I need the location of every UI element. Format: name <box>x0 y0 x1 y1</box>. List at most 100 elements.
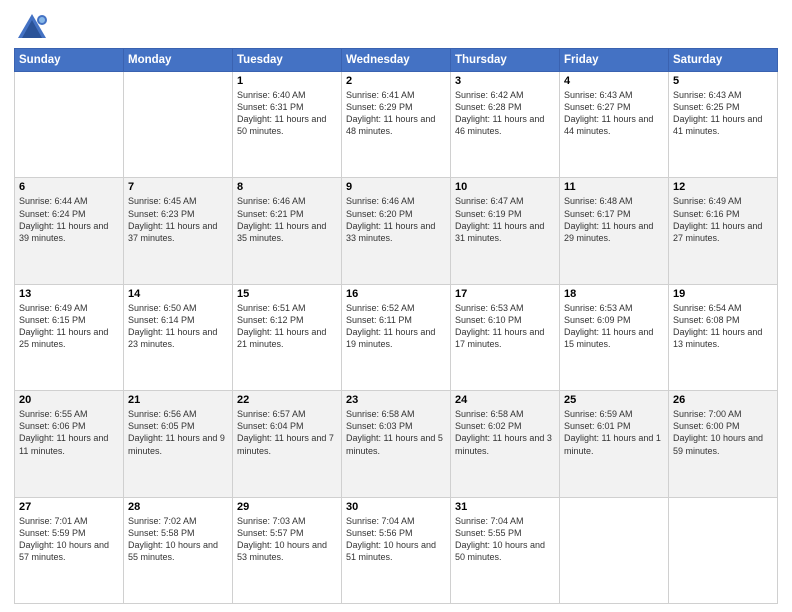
day-number: 17 <box>455 288 555 300</box>
calendar-cell: 21 Sunrise: 6:56 AM Sunset: 6:05 PM Dayli… <box>124 391 233 497</box>
cell-info: Sunrise: 7:02 AM Sunset: 5:58 PM Dayligh… <box>128 515 228 564</box>
cell-info: Sunrise: 7:00 AM Sunset: 6:00 PM Dayligh… <box>673 408 773 457</box>
calendar-cell: 15 Sunrise: 6:51 AM Sunset: 6:12 PM Dayli… <box>233 284 342 390</box>
calendar-cell: 1 Sunrise: 6:40 AM Sunset: 6:31 PM Daylig… <box>233 72 342 178</box>
cell-info: Sunrise: 7:03 AM Sunset: 5:57 PM Dayligh… <box>237 515 337 564</box>
day-number: 18 <box>564 288 664 300</box>
calendar-week-row: 13 Sunrise: 6:49 AM Sunset: 6:15 PM Dayli… <box>15 284 778 390</box>
calendar-cell: 14 Sunrise: 6:50 AM Sunset: 6:14 PM Dayli… <box>124 284 233 390</box>
day-number: 11 <box>564 181 664 193</box>
day-number: 13 <box>19 288 119 300</box>
calendar-week-row: 20 Sunrise: 6:55 AM Sunset: 6:06 PM Dayli… <box>15 391 778 497</box>
calendar-cell <box>15 72 124 178</box>
cell-info: Sunrise: 6:40 AM Sunset: 6:31 PM Dayligh… <box>237 89 337 138</box>
cell-info: Sunrise: 6:50 AM Sunset: 6:14 PM Dayligh… <box>128 302 228 351</box>
cell-info: Sunrise: 6:56 AM Sunset: 6:05 PM Dayligh… <box>128 408 228 457</box>
calendar-cell <box>560 497 669 603</box>
calendar-cell: 19 Sunrise: 6:54 AM Sunset: 6:08 PM Dayli… <box>669 284 778 390</box>
calendar-cell: 24 Sunrise: 6:58 AM Sunset: 6:02 PM Dayli… <box>451 391 560 497</box>
dow-header: Thursday <box>451 49 560 72</box>
calendar-cell: 10 Sunrise: 6:47 AM Sunset: 6:19 PM Dayli… <box>451 178 560 284</box>
calendar-week-row: 1 Sunrise: 6:40 AM Sunset: 6:31 PM Daylig… <box>15 72 778 178</box>
cell-info: Sunrise: 6:45 AM Sunset: 6:23 PM Dayligh… <box>128 195 228 244</box>
day-number: 31 <box>455 501 555 513</box>
day-number: 15 <box>237 288 337 300</box>
calendar-cell: 23Sunrise: 6:58 AM Sunset: 6:03 PM Dayli… <box>342 391 451 497</box>
calendar-cell: 28 Sunrise: 7:02 AM Sunset: 5:58 PM Dayli… <box>124 497 233 603</box>
day-number: 12 <box>673 181 773 193</box>
cell-info: Sunrise: 6:44 AM Sunset: 6:24 PM Dayligh… <box>19 195 119 244</box>
calendar-week-row: 27Sunrise: 7:01 AM Sunset: 5:59 PM Dayli… <box>15 497 778 603</box>
calendar-cell: 30 Sunrise: 7:04 AM Sunset: 5:56 PM Dayli… <box>342 497 451 603</box>
cell-info: Sunrise: 6:53 AM Sunset: 6:09 PM Dayligh… <box>564 302 664 351</box>
cell-info: Sunrise: 7:04 AM Sunset: 5:56 PM Dayligh… <box>346 515 446 564</box>
cell-info: Sunrise: 6:43 AM Sunset: 6:25 PM Dayligh… <box>673 89 773 138</box>
calendar-cell: 31 Sunrise: 7:04 AM Sunset: 5:55 PM Dayli… <box>451 497 560 603</box>
calendar-cell: 25 Sunrise: 6:59 AM Sunset: 6:01 PM Dayli… <box>560 391 669 497</box>
calendar-cell: 2Sunrise: 6:41 AM Sunset: 6:29 PM Daylig… <box>342 72 451 178</box>
calendar-cell: 6 Sunrise: 6:44 AM Sunset: 6:24 PM Daylig… <box>15 178 124 284</box>
calendar-cell: 11Sunrise: 6:48 AM Sunset: 6:17 PM Dayli… <box>560 178 669 284</box>
dow-header: Tuesday <box>233 49 342 72</box>
calendar-cell <box>669 497 778 603</box>
dow-header: Friday <box>560 49 669 72</box>
day-number: 29 <box>237 501 337 513</box>
day-number: 25 <box>564 394 664 406</box>
calendar-cell: 13 Sunrise: 6:49 AM Sunset: 6:15 PM Dayli… <box>15 284 124 390</box>
logo <box>14 10 50 42</box>
day-number: 14 <box>128 288 228 300</box>
day-number: 5 <box>673 75 773 87</box>
dow-header: Saturday <box>669 49 778 72</box>
cell-info: Sunrise: 6:46 AM Sunset: 6:20 PM Dayligh… <box>346 195 446 244</box>
calendar-body: 1 Sunrise: 6:40 AM Sunset: 6:31 PM Daylig… <box>15 72 778 604</box>
calendar-cell <box>124 72 233 178</box>
calendar-cell: 26Sunrise: 7:00 AM Sunset: 6:00 PM Dayli… <box>669 391 778 497</box>
day-of-week-row: SundayMondayTuesdayWednesdayThursdayFrid… <box>15 49 778 72</box>
day-number: 10 <box>455 181 555 193</box>
day-number: 7 <box>128 181 228 193</box>
day-number: 22 <box>237 394 337 406</box>
day-number: 6 <box>19 181 119 193</box>
calendar-cell: 22Sunrise: 6:57 AM Sunset: 6:04 PM Dayli… <box>233 391 342 497</box>
calendar-cell: 16 Sunrise: 6:52 AM Sunset: 6:11 PM Dayli… <box>342 284 451 390</box>
calendar-cell: 5 Sunrise: 6:43 AM Sunset: 6:25 PM Daylig… <box>669 72 778 178</box>
cell-info: Sunrise: 6:53 AM Sunset: 6:10 PM Dayligh… <box>455 302 555 351</box>
calendar-table: SundayMondayTuesdayWednesdayThursdayFrid… <box>14 48 778 604</box>
cell-info: Sunrise: 6:54 AM Sunset: 6:08 PM Dayligh… <box>673 302 773 351</box>
day-number: 21 <box>128 394 228 406</box>
cell-info: Sunrise: 6:47 AM Sunset: 6:19 PM Dayligh… <box>455 195 555 244</box>
day-number: 16 <box>346 288 446 300</box>
day-number: 9 <box>346 181 446 193</box>
cell-info: Sunrise: 6:52 AM Sunset: 6:11 PM Dayligh… <box>346 302 446 351</box>
cell-info: Sunrise: 6:59 AM Sunset: 6:01 PM Dayligh… <box>564 408 664 457</box>
cell-info: Sunrise: 6:51 AM Sunset: 6:12 PM Dayligh… <box>237 302 337 351</box>
calendar-cell: 29 Sunrise: 7:03 AM Sunset: 5:57 PM Dayli… <box>233 497 342 603</box>
day-number: 20 <box>19 394 119 406</box>
cell-info: Sunrise: 7:04 AM Sunset: 5:55 PM Dayligh… <box>455 515 555 564</box>
cell-info: Sunrise: 6:55 AM Sunset: 6:06 PM Dayligh… <box>19 408 119 457</box>
day-number: 19 <box>673 288 773 300</box>
cell-info: Sunrise: 6:58 AM Sunset: 6:03 PM Dayligh… <box>346 408 446 457</box>
dow-header: Wednesday <box>342 49 451 72</box>
cell-info: Sunrise: 6:58 AM Sunset: 6:02 PM Dayligh… <box>455 408 555 457</box>
cell-info: Sunrise: 6:49 AM Sunset: 6:16 PM Dayligh… <box>673 195 773 244</box>
calendar-cell: 27Sunrise: 7:01 AM Sunset: 5:59 PM Dayli… <box>15 497 124 603</box>
calendar-cell: 8Sunrise: 6:46 AM Sunset: 6:21 PM Daylig… <box>233 178 342 284</box>
day-number: 28 <box>128 501 228 513</box>
day-number: 3 <box>455 75 555 87</box>
header <box>14 10 778 42</box>
cell-info: Sunrise: 6:42 AM Sunset: 6:28 PM Dayligh… <box>455 89 555 138</box>
cell-info: Sunrise: 6:46 AM Sunset: 6:21 PM Dayligh… <box>237 195 337 244</box>
calendar-cell: 17 Sunrise: 6:53 AM Sunset: 6:10 PM Dayli… <box>451 284 560 390</box>
day-number: 4 <box>564 75 664 87</box>
cell-info: Sunrise: 6:49 AM Sunset: 6:15 PM Dayligh… <box>19 302 119 351</box>
dow-header: Sunday <box>15 49 124 72</box>
calendar-cell: 3 Sunrise: 6:42 AM Sunset: 6:28 PM Daylig… <box>451 72 560 178</box>
day-number: 30 <box>346 501 446 513</box>
day-number: 1 <box>237 75 337 87</box>
calendar-cell: 18 Sunrise: 6:53 AM Sunset: 6:09 PM Dayli… <box>560 284 669 390</box>
calendar-cell: 7 Sunrise: 6:45 AM Sunset: 6:23 PM Daylig… <box>124 178 233 284</box>
dow-header: Monday <box>124 49 233 72</box>
calendar-cell: 4Sunrise: 6:43 AM Sunset: 6:27 PM Daylig… <box>560 72 669 178</box>
day-number: 24 <box>455 394 555 406</box>
